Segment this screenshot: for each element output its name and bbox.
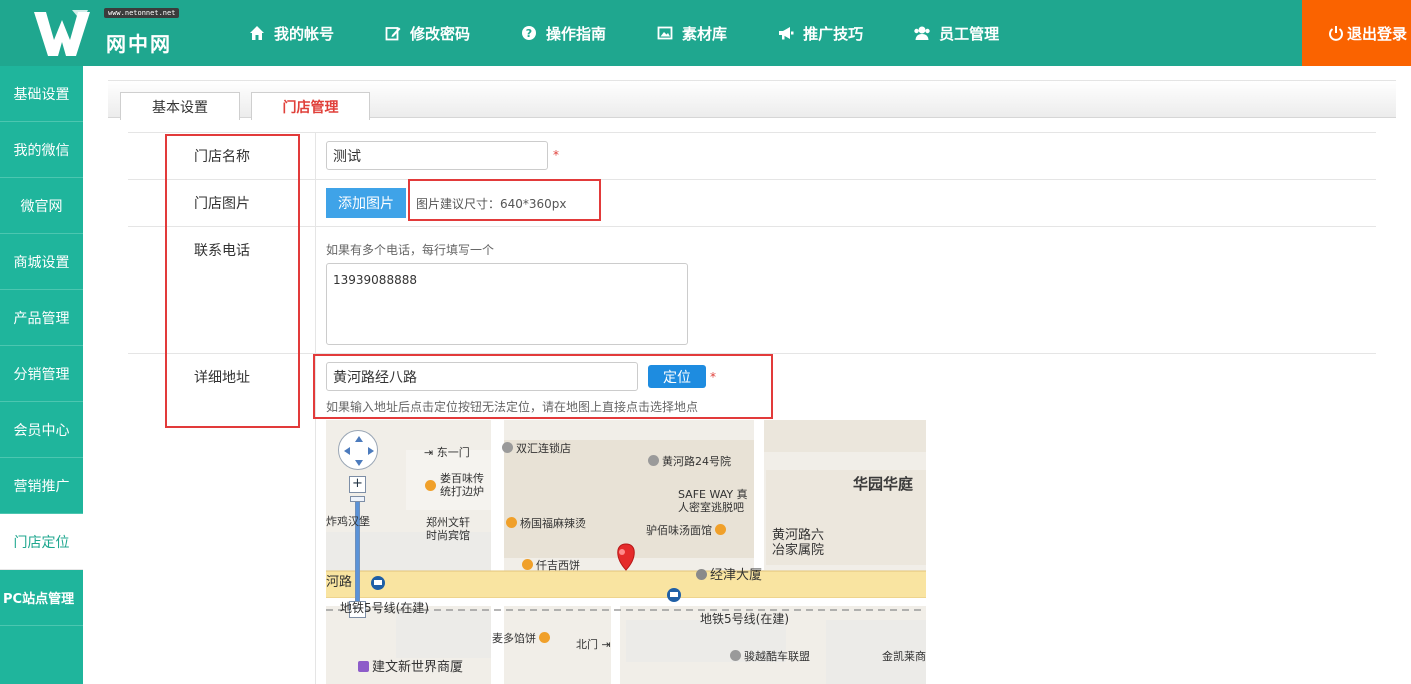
map-label: 仟吉西饼 [522,557,580,573]
nav-label: 推广技巧 [803,24,864,43]
nav-change-password[interactable]: 修改密码 [384,0,470,66]
users-icon [913,24,931,42]
map-label: 北门 ⇥ [576,638,611,651]
required-mark: * [553,148,559,162]
home-icon [248,24,266,42]
add-image-button[interactable]: 添加图片 [326,188,406,218]
store-name-input[interactable]: 测试 [326,141,548,170]
map-label: 骏越酷车联盟 [730,648,810,664]
subway-entrance-icon: ⇥ [424,446,434,459]
logo[interactable]: www.netonnet.net 网中网 [32,6,192,62]
required-mark: * [710,370,716,384]
tab-store-management[interactable]: 门店管理 [251,92,370,120]
top-navbar: www.netonnet.net 网中网 我的帐号 修改密码 ? 操作指南 素材… [0,0,1411,66]
nav-guide[interactable]: ? 操作指南 [520,0,606,66]
svg-text:?: ? [526,27,532,40]
sidebar-item-pc-site[interactable]: PC站点管理 [0,570,83,626]
shop-icon [502,442,513,453]
logout-button[interactable]: 退出登录 [1302,0,1411,66]
subway-entrance-icon: ⇥ [601,638,611,651]
sidebar-item-product-management[interactable]: 产品管理 [0,290,83,346]
map-label [425,480,439,493]
map-label: 地铁5号线(在建) [700,612,789,626]
tab-bar: 基本设置 门店管理 [108,80,1396,120]
map-pan-control[interactable] [338,430,378,470]
locate-button[interactable]: 定位 [648,365,706,388]
sidebar-item-basic-settings[interactable]: 基础设置 [0,66,83,122]
logo-text: 网中网 [106,32,172,56]
map-label: 金凯莱商 [882,650,926,663]
address-label: 详细地址 [194,370,250,386]
edit-icon [384,24,402,42]
nav-label: 操作指南 [546,24,607,43]
sidebar-item-store-location[interactable]: 门店定位 [0,514,83,570]
nav-material-library[interactable]: 素材库 [656,0,727,66]
main-nav: 我的帐号 修改密码 ? 操作指南 素材库 推广技巧 员工管理 [248,0,1049,66]
logout-label: 退出登录 [1347,24,1408,43]
address-hint: 如果输入地址后点击定位按钮无法定位，请在地图上直接点击选择地点 [326,400,699,414]
poi-dot-icon [648,455,659,466]
nav-promotion-tips[interactable]: 推广技巧 [777,0,863,66]
store-image-label: 门店图片 [194,196,250,212]
phone-textarea[interactable]: 13939088888 [326,263,688,345]
sidebar-item-my-wechat[interactable]: 我的微信 [0,122,83,178]
image-size-hint: 图片建议尺寸：640*360px [416,197,567,211]
map-zoom-thumb[interactable] [350,496,365,502]
map-label: 郑州文轩 时尚宾馆 [426,516,470,542]
nav-label: 我的帐号 [274,24,335,43]
map-label: 经津大厦 [696,564,762,583]
sidebar-item-distribution[interactable]: 分销管理 [0,346,83,402]
building-icon [696,569,707,580]
address-input[interactable]: 黄河路经八路 [326,362,638,391]
map-label: 建文新世界商厦 [358,656,463,675]
map-label: 华园华庭 [853,475,914,493]
column-divider [315,132,316,684]
megaphone-icon [777,24,795,42]
nav-my-account[interactable]: 我的帐号 [248,0,334,66]
image-library-icon [656,24,674,42]
map-label: 麦多馅饼 [492,630,553,646]
nav-label: 修改密码 [410,24,471,43]
help-icon: ? [520,24,538,42]
map-label: 双汇连锁店 [502,440,571,456]
sidebar-item-mall-settings[interactable]: 商城设置 [0,234,83,290]
tab-basic-settings[interactable]: 基本设置 [120,92,240,120]
nav-label: 员工管理 [939,24,1000,43]
map-label: 河路 [326,575,353,590]
shopping-icon [358,661,369,672]
nav-label: 素材库 [682,24,728,43]
logo-w-icon [34,10,90,56]
map-label: 炸鸡汉堡 [326,515,370,528]
phone-label: 联系电话 [194,243,250,259]
logo-tagline: www.netonnet.net [104,8,180,18]
map-tiles [326,420,926,684]
map-label: 娄百味传 统打边炉 [440,472,484,498]
map-label: ⇥ 东一门 [424,446,470,459]
food-icon [715,524,726,535]
nav-staff-management[interactable]: 员工管理 [913,0,999,66]
food-icon [522,559,533,570]
map-zoom-in-button[interactable]: + [349,476,366,493]
sidebar: 基础设置 我的微信 微官网 商城设置 产品管理 分销管理 会员中心 营销推广 门… [0,66,83,684]
app-root: www.netonnet.net 网中网 我的帐号 修改密码 ? 操作指南 素材… [0,0,1411,684]
poi-dot-icon [730,650,741,661]
sidebar-item-micro-site[interactable]: 微官网 [0,178,83,234]
location-map[interactable]: + − ⇥ 东一门 双汇连锁店 黄河路24号院 娄百味传 统打边炉 华园华庭 SA… [326,420,926,684]
map-label: 黄河路24号院 [648,453,731,469]
map-label: 黄河路六 冶家属院 [772,528,825,558]
food-icon [506,517,517,528]
sidebar-item-member-center[interactable]: 会员中心 [0,402,83,458]
food-icon [425,480,436,491]
phone-hint: 如果有多个电话，每行填写一个 [326,243,495,257]
sidebar-item-marketing[interactable]: 营销推广 [0,458,83,514]
map-label: SAFE WAY 真人密室逃脱吧 [678,488,748,514]
map-label: 地铁5号线(在建) [340,601,429,615]
map-label: 驴佰味汤面馆 [646,522,729,538]
store-name-label: 门店名称 [194,149,250,165]
map-label: 杨国福麻辣烫 [506,515,586,531]
food-icon [539,632,550,643]
power-icon [1328,25,1344,41]
